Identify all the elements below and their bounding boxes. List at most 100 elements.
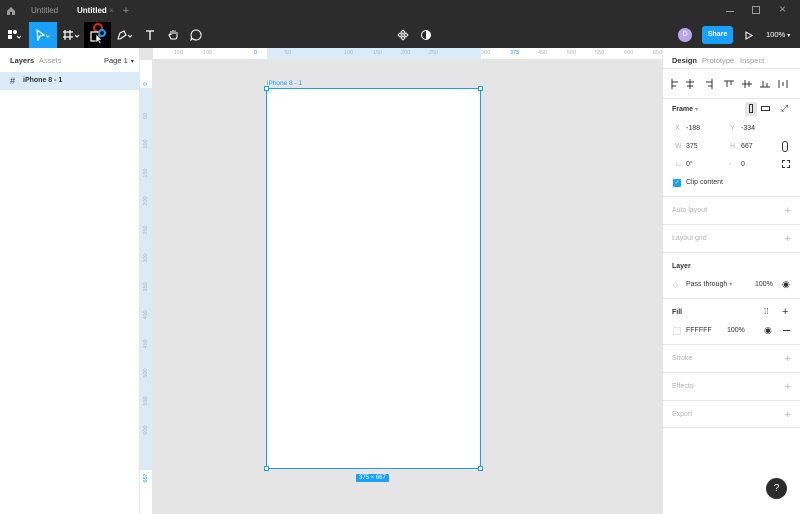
portrait-toggle[interactable]	[745, 102, 757, 116]
contrast-icon[interactable]	[418, 22, 434, 48]
window-close-icon[interactable]: ×	[779, 2, 786, 16]
remove-fill-icon[interactable]	[783, 330, 790, 331]
corner-radius-icon: ◜	[729, 162, 732, 169]
main-menu-button[interactable]	[0, 22, 28, 48]
ruler-tick-label: 450	[538, 50, 548, 56]
resize-handle[interactable]	[478, 86, 483, 91]
y-input[interactable]: -334	[741, 125, 755, 132]
constrain-proportions-icon[interactable]	[782, 141, 788, 152]
export-title: Export	[672, 411, 693, 418]
auto-layout-section: Auto layout +	[663, 196, 800, 224]
clip-content-label: Clip content	[686, 179, 723, 186]
comment-tool-button[interactable]	[185, 22, 207, 48]
minimize-icon[interactable]	[725, 6, 735, 16]
resize-handle[interactable]	[478, 466, 483, 471]
ruler-tick-label: 200	[401, 50, 411, 56]
move-tool-button[interactable]	[29, 22, 57, 48]
frame-title-text: Frame	[672, 106, 694, 113]
ruler-tick-label: 400	[143, 310, 149, 320]
add-fill-icon[interactable]: +	[782, 306, 788, 318]
tab-prototype[interactable]: Prototype	[702, 56, 734, 65]
hand-tool-button[interactable]	[162, 22, 184, 48]
iphone-frame[interactable]	[264, 86, 483, 471]
w-input[interactable]: 375	[686, 143, 698, 150]
ruler-tick-label: 300	[481, 50, 491, 56]
avatar[interactable]: D	[678, 28, 692, 42]
frame-tool-button[interactable]	[58, 22, 84, 48]
home-icon[interactable]	[0, 0, 22, 22]
layer-title: Layer	[672, 263, 691, 270]
x-input[interactable]: -188	[686, 125, 700, 132]
frame-name-label[interactable]: iPhone 8 - 1	[267, 80, 302, 87]
tab-untitled-1[interactable]: Untitled	[23, 0, 68, 22]
ruler-tick-label: 100	[344, 50, 354, 56]
rotation-input[interactable]: 0°	[686, 161, 693, 168]
present-play-icon[interactable]	[742, 22, 756, 48]
add-layout-grid-icon[interactable]: +	[785, 234, 791, 245]
ruler-tick-label: 450	[143, 339, 149, 349]
x-label: X	[675, 125, 680, 132]
help-button[interactable]: ?	[766, 478, 787, 499]
tab-assets[interactable]: Assets	[39, 56, 62, 65]
new-tab-icon[interactable]: +	[120, 0, 132, 22]
component-icon[interactable]	[395, 22, 411, 48]
add-stroke-icon[interactable]: +	[785, 354, 791, 365]
canvas[interactable]: iPhone 8 - 1 375 × 667	[153, 60, 662, 514]
page-selector[interactable]: Page 1 ▾	[104, 56, 134, 65]
h-input[interactable]: 667	[741, 143, 753, 150]
ruler-tick-label: 0	[254, 50, 258, 56]
close-icon[interactable]: ×	[109, 0, 114, 22]
add-effect-icon[interactable]: +	[785, 382, 791, 393]
shape-tool-button[interactable]	[84, 22, 111, 48]
independent-corners-icon[interactable]	[782, 160, 790, 168]
ruler-tick-label: 50	[285, 50, 292, 56]
resize-handle[interactable]	[264, 466, 269, 471]
layer-row-selected[interactable]: # iPhone 8 - 1	[0, 72, 139, 90]
share-button[interactable]: Share	[702, 26, 733, 44]
zoom-value: 100%	[766, 30, 786, 39]
align-icons[interactable]	[669, 78, 799, 90]
fill-section: Fill ⁞⁞ + FFFFFF 100% ◉	[663, 298, 800, 344]
layout-grid-title: Layout grid	[672, 235, 707, 242]
ruler-tick-label: 250	[429, 50, 439, 56]
frame-title[interactable]: Frame ▾	[672, 106, 698, 113]
fill-opacity-input[interactable]: 100%	[727, 327, 745, 334]
layer-name: iPhone 8 - 1	[23, 77, 63, 84]
corner-radius-input[interactable]: 0	[741, 161, 745, 168]
fill-hex-input[interactable]: FFFFFF	[686, 327, 712, 334]
blend-mode-icon: ◇	[673, 282, 679, 289]
ruler-tick-label: 350	[143, 282, 149, 292]
add-auto-layout-icon[interactable]: +	[785, 206, 791, 217]
tab-layers[interactable]: Layers	[10, 56, 34, 65]
ruler-tick-label: -150	[172, 50, 184, 56]
landscape-toggle[interactable]	[761, 106, 770, 111]
tab-inspect[interactable]: Inspect	[740, 56, 764, 65]
layer-opacity-input[interactable]: 100%	[755, 281, 773, 288]
y-label: Y	[730, 125, 735, 132]
fill-title: Fill	[672, 309, 683, 316]
tab-label: Untitled	[77, 6, 107, 15]
ruler-tick-label: 200	[143, 196, 149, 206]
resize-to-fit-icon[interactable]: ⤢	[781, 103, 788, 114]
eye-icon[interactable]: ◉	[764, 325, 772, 336]
alignment-section	[663, 68, 800, 98]
blend-mode-dropdown[interactable]: Pass through ▾	[686, 281, 732, 288]
clip-content-checkbox[interactable]: ✓	[673, 179, 681, 187]
text-tool-button[interactable]	[139, 22, 161, 48]
resize-handle[interactable]	[264, 86, 269, 91]
ruler-tick-label: 550	[595, 50, 605, 56]
eye-icon[interactable]: ◉	[782, 279, 790, 290]
fill-color-swatch[interactable]	[673, 327, 681, 335]
pen-tool-button[interactable]	[112, 22, 138, 48]
zoom-dropdown[interactable]: 100% ▾	[766, 22, 790, 48]
chevron-down-icon: ▾	[130, 59, 134, 65]
ruler-tick-label: 150	[373, 50, 383, 56]
chevron-down-icon: ▾	[729, 282, 733, 288]
tab-untitled-active[interactable]: Untitled ×	[69, 0, 117, 22]
tab-label: Untitled	[31, 6, 59, 15]
tab-design[interactable]: Design	[672, 56, 697, 65]
fill-styles-icon[interactable]: ⁞⁞	[764, 307, 768, 316]
maximize-icon[interactable]	[752, 6, 760, 14]
add-export-icon[interactable]: +	[785, 410, 791, 421]
w-label: W	[675, 143, 682, 150]
